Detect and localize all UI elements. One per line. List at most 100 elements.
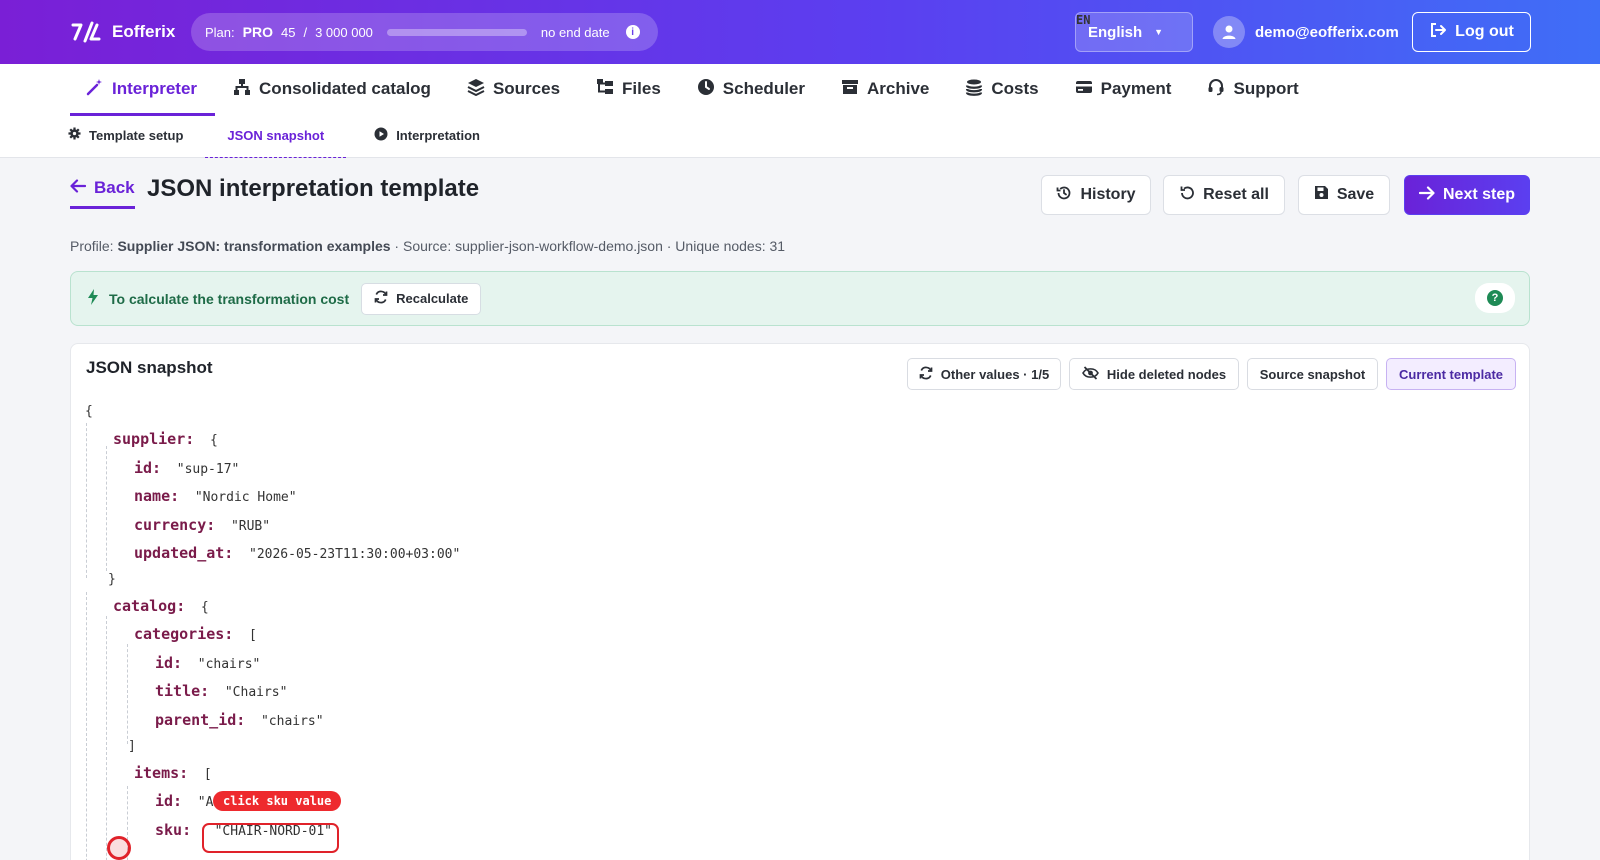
arrow-left-icon: [70, 178, 87, 198]
subtab-template-setup[interactable]: Template setup: [68, 112, 205, 158]
refresh-icon: [919, 366, 933, 383]
source-snapshot-label: Source snapshot: [1259, 366, 1366, 382]
alert-text: To calculate the transformation cost: [109, 290, 350, 307]
nav-interpreter[interactable]: Interpreter: [70, 64, 216, 116]
plan-separator: /: [303, 24, 308, 40]
json-node-supplier[interactable]: supplier: {: [113, 429, 218, 451]
json-key: sku:: [155, 821, 192, 839]
json-key: supplier:: [113, 430, 195, 448]
hide-deleted-button[interactable]: Hide deleted nodes: [1069, 358, 1239, 390]
json-value[interactable]: "Chairs": [225, 685, 288, 700]
back-button[interactable]: Back: [70, 178, 135, 209]
save-button[interactable]: Save: [1298, 175, 1390, 215]
undo-icon: [1179, 185, 1195, 206]
json-node-title[interactable]: title: "Chairs": [155, 681, 287, 703]
credit-card-icon: [1075, 78, 1093, 101]
json-node-catalog[interactable]: catalog: {: [113, 596, 209, 618]
subtab-interpretation[interactable]: Interpretation: [346, 112, 502, 158]
back-label: Back: [94, 178, 135, 197]
json-value[interactable]: "sup-17": [177, 462, 240, 477]
logout-button[interactable]: Log out: [1412, 12, 1531, 52]
json-node-id[interactable]: id: "A: [155, 791, 213, 813]
nav-sources[interactable]: Sources: [449, 64, 578, 114]
indent-guide: [86, 423, 87, 578]
plan-limit: 3 000 000: [315, 24, 373, 40]
headset-icon: [1207, 78, 1225, 101]
coins-icon: [965, 78, 983, 101]
plan-usage: Plan: PRO 45 / 3 000 000 no end date i: [191, 13, 658, 51]
json-node-updated-at[interactable]: updated_at: "2026-05-23T11:30:00+03:00": [134, 543, 460, 565]
other-values-button[interactable]: Other values · 1/5: [907, 358, 1061, 390]
nav-costs[interactable]: Costs: [947, 64, 1056, 114]
app-logo[interactable]: Eofferix: [70, 20, 175, 44]
profile-info: Profile: Supplier JSON: transformation e…: [70, 238, 785, 254]
indent-guide: [127, 644, 128, 744]
json-key: parent_id:: [155, 711, 246, 729]
nav-consolidated-catalog[interactable]: Consolidated catalog: [215, 64, 449, 114]
nav-label: Sources: [492, 79, 561, 98]
json-node-id[interactable]: id: "sup-17": [134, 458, 239, 480]
json-value[interactable]: "RUB": [231, 519, 270, 534]
user-email: demo@eofferix.com: [1255, 23, 1399, 41]
nav-label: Scheduler: [722, 79, 805, 98]
nav-files[interactable]: Files: [578, 64, 679, 114]
reset-label: Reset all: [1203, 186, 1269, 203]
reset-all-button[interactable]: Reset all: [1163, 175, 1285, 215]
history-label: History: [1080, 186, 1136, 203]
next-step-button[interactable]: Next step: [1404, 175, 1530, 215]
hide-deleted-label: Hide deleted nodes: [1106, 366, 1227, 382]
json-node-categories[interactable]: categories: [: [134, 624, 257, 646]
json-bracket: ]: [128, 739, 136, 754]
folder-tree-icon: [596, 78, 614, 101]
nav-support[interactable]: Support: [1189, 64, 1316, 114]
json-node-currency[interactable]: currency: "RUB": [134, 515, 270, 537]
json-value[interactable]: "Nordic Home": [195, 490, 297, 505]
subtab-json-snapshot[interactable]: JSON snapshot: [205, 112, 346, 158]
json-node-items[interactable]: items: [: [134, 763, 212, 785]
json-node-parent-id[interactable]: parent_id: "chairs": [155, 710, 324, 732]
profile-name: Supplier JSON: transformation examples: [117, 238, 391, 254]
json-node-id[interactable]: id: "chairs": [155, 653, 260, 675]
nav-payment[interactable]: Payment: [1057, 64, 1190, 114]
nav-archive[interactable]: Archive: [823, 64, 947, 114]
source-snapshot-button[interactable]: Source snapshot: [1247, 358, 1378, 390]
sku-value-highlight: [202, 823, 339, 853]
json-value: [: [203, 767, 212, 782]
language-code: EN: [1076, 13, 1091, 27]
json-value[interactable]: "A: [198, 795, 214, 810]
recalculate-button[interactable]: Recalculate: [361, 282, 482, 315]
subtab-label: Template setup: [89, 127, 184, 143]
main-navigation: Interpreter Consolidated catalog Sources…: [0, 64, 1600, 158]
indent-guide: [86, 592, 87, 860]
json-brace: }: [108, 572, 116, 587]
other-values-label: Other values · 1/5: [940, 366, 1050, 382]
json-value[interactable]: "chairs": [198, 657, 261, 672]
history-button[interactable]: History: [1041, 175, 1151, 215]
current-template-button[interactable]: Current template: [1386, 358, 1516, 390]
help-button[interactable]: ?: [1475, 283, 1515, 313]
layers-icon: [467, 78, 485, 101]
json-key: name:: [134, 487, 180, 505]
user-menu[interactable]: demo@eofferix.com: [1213, 16, 1399, 48]
gear-icon: [68, 127, 81, 143]
question-icon: ?: [1487, 290, 1503, 306]
json-value[interactable]: "chairs": [261, 714, 324, 729]
json-value[interactable]: "2026-05-23T11:30:00+03:00": [249, 547, 460, 562]
hint-tooltip: click sku value: [213, 791, 342, 811]
plan-label: Plan:: [205, 24, 235, 40]
indent-guide: [106, 616, 107, 860]
info-icon[interactable]: i: [625, 25, 640, 39]
nav-scheduler[interactable]: Scheduler: [679, 64, 823, 114]
json-key: id:: [155, 654, 183, 672]
json-value: {: [200, 600, 209, 615]
sitemap-icon: [233, 78, 251, 101]
language-selector[interactable]: EN English ▼: [1075, 12, 1193, 52]
top-bar: Eofferix Plan: PRO 45 / 3 000 000 no end…: [0, 0, 1600, 64]
profile-source: · Source: supplier-json-workflow-demo.js…: [390, 238, 786, 254]
nav-label: Payment: [1100, 79, 1172, 98]
archive-icon: [841, 78, 859, 101]
json-key: catalog:: [113, 597, 186, 615]
current-template-label: Current template: [1398, 366, 1504, 382]
json-node-name[interactable]: name: "Nordic Home": [134, 486, 297, 508]
next-step-label: Next step: [1442, 186, 1516, 203]
